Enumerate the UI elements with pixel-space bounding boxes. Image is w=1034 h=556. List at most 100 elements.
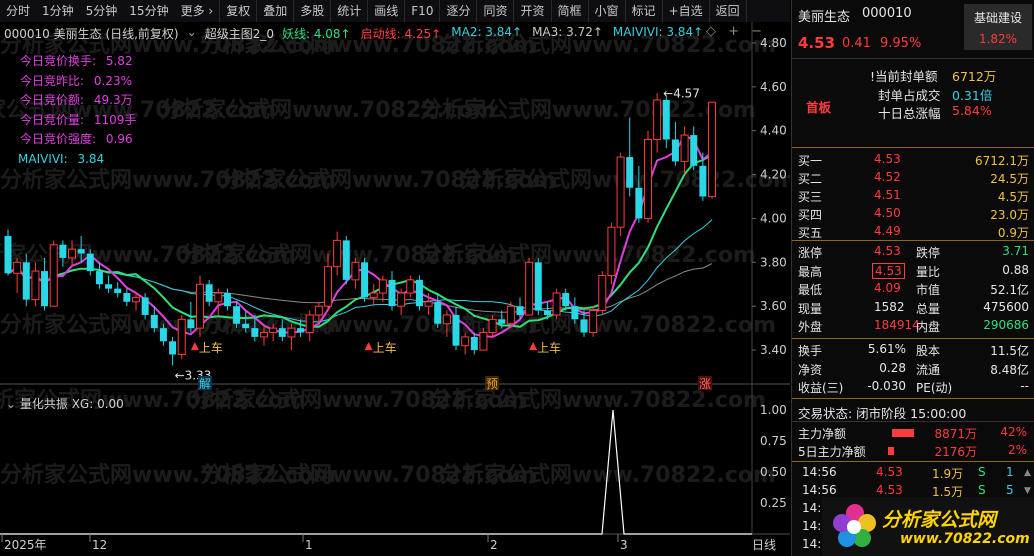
candle-body (251, 328, 259, 337)
toolbar-item[interactable]: 更多 › (175, 0, 221, 22)
candle-body (415, 279, 423, 307)
current-price: 4.53 (798, 34, 836, 52)
candle-body (388, 279, 396, 307)
stat-label: 今日竞昨比: (20, 73, 85, 88)
buy-signal-label: 上车 (373, 340, 397, 355)
sub-axis-label: 0.75 (760, 434, 787, 448)
ma-legend-item: 妖线: 4.08↑ (281, 27, 351, 41)
tick-count: 5 (1006, 483, 1014, 497)
candle-body (49, 244, 58, 307)
detail-value: 5.61% (867, 342, 906, 356)
sub-axis-label: 0.25 (760, 496, 787, 510)
toolbar-item[interactable]: 同资 (477, 0, 515, 22)
detail-label: 总量 (916, 301, 941, 316)
candle-body (342, 240, 350, 280)
buy-signal-label: 上车 (199, 340, 223, 355)
marker-label: 预 (486, 377, 498, 391)
sub-chart-collapse-icon[interactable]: ⌄ (6, 397, 16, 411)
fund-flow-label: 主力净额 (798, 427, 847, 441)
candle-body (589, 310, 598, 334)
price-axis-label: 4.20 (760, 168, 787, 182)
tick-time: 14:56 (802, 465, 837, 479)
indicator-icon[interactable]: ⌄ (187, 25, 197, 42)
stat-row: 今日竞昨比: 0.23% (20, 72, 136, 92)
order-price: 4.51 (874, 188, 901, 202)
tick-side: S (978, 465, 986, 479)
price-axis-label: 4.80 (760, 36, 787, 50)
scroll-down-icon[interactable]: ▼ (1024, 486, 1031, 496)
toolbar-item[interactable]: +自选 (663, 0, 710, 22)
detail-value: 3.71 (1002, 244, 1029, 258)
candle-body (278, 328, 286, 337)
date-axis-label: 2 (490, 538, 498, 552)
toolbar-item[interactable]: 叠加 (257, 0, 295, 22)
toolbar-item[interactable]: 标记 (626, 0, 663, 22)
toolbar-item[interactable]: 返回 (710, 0, 747, 22)
candle-body (662, 100, 670, 140)
toolbar-item[interactable]: 小窗 (589, 0, 626, 22)
candle-body (516, 306, 524, 315)
candle-body (324, 266, 332, 307)
toolbar-item[interactable]: 逐分 (440, 0, 478, 22)
stat-row: MAIVIVI: 3.84 (18, 150, 136, 170)
price-axis-label: 4.40 (760, 124, 787, 138)
stat-value: 0.23% (90, 73, 132, 88)
sector-tag[interactable]: 基础建设 1.82% (964, 4, 1032, 50)
toolbar-item[interactable]: 画线 (368, 0, 406, 22)
candle-body (635, 187, 643, 219)
header-tools: ◇ + − (706, 24, 762, 39)
detail-value: 184914 (874, 318, 920, 332)
stat-row: 今日竞价换手: 5.82 (20, 52, 136, 72)
detail-label: 内盘 (916, 320, 941, 334)
candle-body (297, 328, 305, 333)
order-price: 4.50 (874, 206, 901, 220)
toolbar-item[interactable]: 多股 (294, 0, 332, 22)
candle-body (59, 244, 67, 258)
board-label: 首板 (806, 100, 832, 115)
watermark: 分析家公式网www.70822.com (420, 97, 756, 123)
stat-value: 0.96 (102, 132, 133, 146)
toolbar-item[interactable]: 复权 (220, 0, 258, 22)
toolbar-item[interactable]: F10 (405, 0, 441, 22)
order-price: 4.49 (874, 224, 901, 238)
period-label: 日线 (752, 538, 776, 552)
minus-icon[interactable]: − (751, 24, 762, 39)
date-axis-label: 12 (92, 538, 107, 552)
detail-value: 4.53 (874, 244, 901, 258)
toolbar-item[interactable]: 1分钟 (36, 0, 80, 22)
tick-price: 4.53 (876, 483, 903, 497)
toolbar-item[interactable]: 分时 (0, 0, 36, 22)
candle-body (77, 249, 85, 254)
ma-legend-item: 启动线: 4.25↑ (360, 27, 442, 41)
plus-icon[interactable]: + (728, 24, 739, 39)
toolbar-item[interactable]: 开资 (514, 0, 552, 22)
fund-flow-bar (888, 447, 894, 455)
candle-body (552, 292, 561, 316)
toolbar-item[interactable]: 简框 (552, 0, 589, 22)
toolbar-item[interactable]: 15分钟 (123, 0, 174, 22)
indicator-name[interactable]: 超级主图2_0 (205, 25, 274, 42)
detail-label: 净资 (798, 362, 823, 377)
candle-body (488, 318, 497, 334)
candle-body (470, 336, 478, 351)
order-label: 买四 (798, 208, 823, 222)
toolbar-item[interactable]: 统计 (331, 0, 369, 22)
candle-body (13, 261, 22, 274)
sub-axis-label: 1.00 (760, 403, 787, 417)
toolbar-item[interactable]: 5分钟 (80, 0, 124, 22)
fund-flow-value: 2176万 (934, 445, 977, 459)
chart-area[interactable]: 分析家公式网www.70822.com 分析家公式网www.70822.com 分析… (0, 22, 790, 556)
scroll-up-icon[interactable]: ▲ (1024, 468, 1031, 478)
candle-body (626, 157, 634, 188)
candle-body (159, 328, 167, 342)
stat-value: 1109手 (90, 112, 137, 127)
candle-body (708, 101, 716, 198)
toolbar: 分时 1分钟 5分钟 15分钟 更多 › 复权 叠加 多股 统计 画线 F10 逐分 同资 开资 简框 小窗标… (0, 0, 790, 23)
candle-body (607, 226, 616, 276)
diamond-icon[interactable]: ◇ (706, 24, 716, 39)
candle-body (150, 314, 158, 329)
candle-body (287, 327, 296, 338)
auction-stats: 今日竞价换手: 5.82 今日竞昨比: 0.23% 今日竞价额: 49.3万 今日竞价… (18, 52, 137, 170)
candle-body (196, 283, 204, 329)
candle-body (442, 314, 451, 325)
